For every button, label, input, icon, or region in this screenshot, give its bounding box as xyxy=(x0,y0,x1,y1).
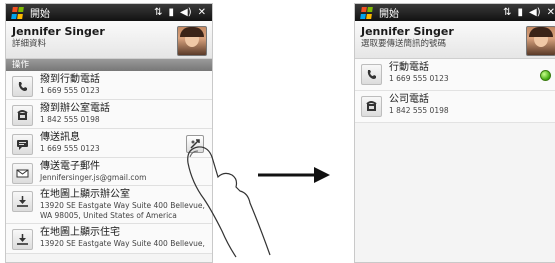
list-item-detail: Jennifersinger.js@gmail.com xyxy=(40,173,147,182)
map-icon xyxy=(12,229,33,250)
mobile-phone-icon xyxy=(361,64,382,85)
status-bar: 開始 ⇅ ▮ ◀) ✕ xyxy=(6,4,212,21)
avatar xyxy=(526,26,555,56)
windows-start-icon[interactable] xyxy=(360,6,374,19)
email-icon xyxy=(12,163,33,184)
status-bar: 開始 ⇅ ▮ ◀) ✕ xyxy=(355,4,555,21)
list-item-label: 行動電話 xyxy=(389,62,429,73)
message-icon xyxy=(12,134,33,155)
volume-icon[interactable]: ◀) xyxy=(529,7,541,18)
list-item-detail: 1 669 555 0123 xyxy=(389,74,449,83)
list-item-office-number[interactable]: 公司電話 1 842 555 0198 xyxy=(355,91,555,123)
connectivity-icon: ⇅ xyxy=(154,7,163,18)
list-item-detail: 1 842 555 0198 xyxy=(389,106,449,115)
list-item-detail: 1 669 555 0123 xyxy=(40,86,100,95)
hand-pointer-icon xyxy=(187,146,271,258)
signal-off-icon: ✕ xyxy=(546,7,555,18)
windows-start-icon[interactable] xyxy=(11,6,25,19)
list-item-detail: 1 669 555 0123 xyxy=(40,144,100,153)
list-item-call-office[interactable]: 撥到辦公室電話 1 842 555 0198 xyxy=(6,100,212,129)
signal-off-icon: ✕ xyxy=(197,7,206,18)
mobile-phone-icon xyxy=(12,76,33,97)
actions-section-header: 操作 xyxy=(6,59,212,71)
avatar xyxy=(177,26,207,56)
contact-header: Jennifer Singer 選取要傳送簡訊的號碼 xyxy=(355,21,555,59)
list-item-detail: 1 842 555 0198 xyxy=(40,115,100,124)
list-item-label: 撥到行動電話 xyxy=(40,74,100,85)
connectivity-icon: ⇅ xyxy=(503,7,512,18)
number-list: 行動電話 1 669 555 0123 公司電話 1 842 555 0198 xyxy=(355,59,555,123)
office-phone-icon xyxy=(361,96,382,117)
select-number-screen: 開始 ⇅ ▮ ◀) ✕ Jennifer Singer 選取要傳送簡訊的號碼 行… xyxy=(354,3,555,263)
list-item-label: 傳送訊息 xyxy=(40,132,80,143)
map-icon xyxy=(12,191,33,212)
office-phone-icon xyxy=(12,105,33,126)
signal-icon: ▮ xyxy=(517,7,524,18)
list-item-call-mobile[interactable]: 撥到行動電話 1 669 555 0123 xyxy=(6,71,212,100)
volume-icon[interactable]: ◀) xyxy=(180,7,192,18)
transition-arrow-icon xyxy=(258,167,330,183)
list-item-label: 傳送電子郵件 xyxy=(40,161,100,172)
status-title: 開始 xyxy=(30,9,50,20)
online-status-icon xyxy=(540,70,551,81)
list-item-mobile-number[interactable]: 行動電話 1 669 555 0123 xyxy=(355,59,555,91)
list-item-label: 公司電話 xyxy=(389,94,429,105)
list-item-label: 撥到辦公室電話 xyxy=(40,103,110,114)
signal-icon: ▮ xyxy=(168,7,175,18)
status-title: 開始 xyxy=(379,9,399,20)
contact-header: Jennifer Singer 詳細資料 xyxy=(6,21,212,59)
